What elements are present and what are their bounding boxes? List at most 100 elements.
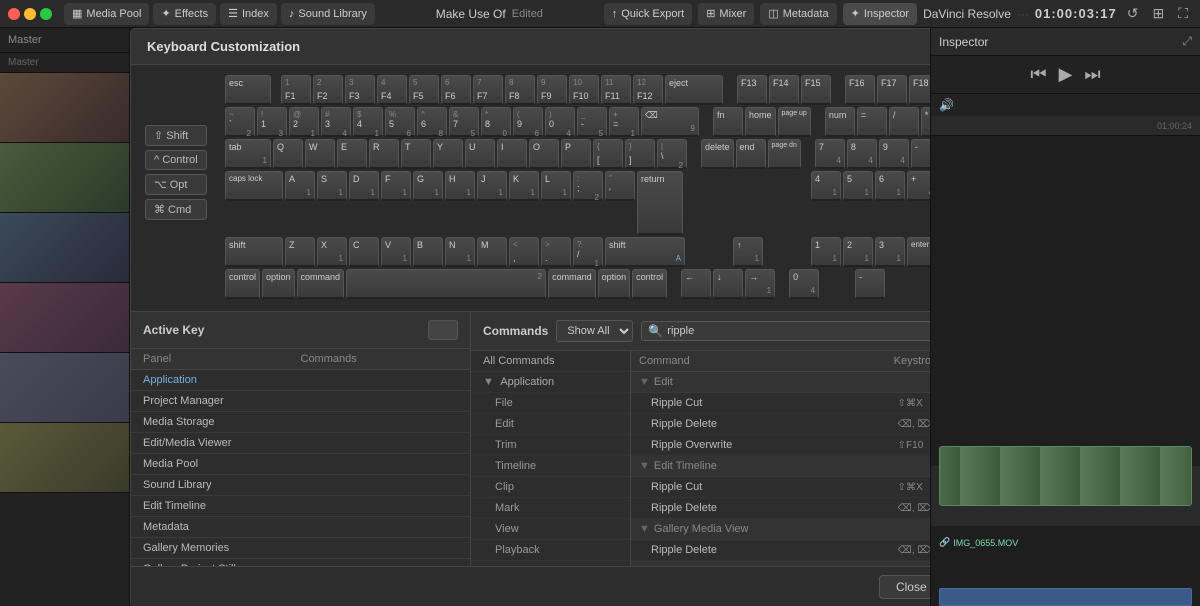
quick-export-button[interactable]: ↑ Quick Export [604,3,692,25]
tab-media-pool[interactable]: ▦ Media Pool [64,3,149,25]
key-caps[interactable]: caps lock [225,171,283,201]
layout-button[interactable]: ⊞ [1148,3,1168,24]
key-f11[interactable]: 11F11 [601,75,631,105]
key-4[interactable]: $41 [353,107,383,137]
panel-row-media-storage[interactable]: Media Storage [131,412,470,433]
key-fn[interactable]: fn [713,107,743,137]
key-up[interactable]: ↑1 [733,237,763,267]
key-enter[interactable]: enter [907,237,930,267]
key-down[interactable]: ↓ [713,269,743,299]
key-eject[interactable]: eject [665,75,723,105]
tree-file[interactable]: File [471,393,630,414]
key-num4[interactable]: 41 [811,171,841,201]
panel-row-gallery-memories[interactable]: Gallery Memories [131,538,470,559]
key-shift-right[interactable]: shiftA [605,237,685,267]
key-f7[interactable]: 7F7 [473,75,503,105]
key-f13[interactable]: F13 [737,75,767,105]
key-f18[interactable]: F18 [909,75,930,105]
thumbnail-4[interactable] [0,283,129,353]
tree-playback[interactable]: Playback [471,540,630,561]
key-r[interactable]: R [369,139,399,169]
panel-row-media-pool[interactable]: Media Pool [131,454,470,475]
key-z[interactable]: Z [285,237,315,267]
key-num-mul[interactable]: * [921,107,930,137]
cmd-group-edit[interactable]: ▼ Edit [631,372,930,393]
key-y[interactable]: Y [433,139,463,169]
key-f15[interactable]: F15 [801,75,831,105]
key-command-left[interactable]: command [297,269,345,299]
key-num-eq[interactable]: = [857,107,887,137]
key-f8[interactable]: 8F8 [505,75,535,105]
key-d[interactable]: D1 [349,171,379,201]
key-left[interactable]: ← [681,269,711,299]
key-num-div[interactable]: / [889,107,919,137]
key-q[interactable]: Q [273,139,303,169]
key-backtick[interactable]: ~`2 [225,107,255,137]
volume-icon[interactable]: 🔊 [939,98,954,112]
key-end[interactable]: end [736,139,766,169]
key-f1[interactable]: 1F1 [281,75,311,105]
key-f14[interactable]: F14 [769,75,799,105]
key-num5[interactable]: 51 [843,171,873,201]
cmd-group-edit-timeline[interactable]: ▼ Edit Timeline [631,456,930,477]
key-num8[interactable]: 84 [847,139,877,169]
key-f10[interactable]: 10F10 [569,75,599,105]
close-button[interactable]: Close [879,575,930,599]
key-control-left[interactable]: control [225,269,260,299]
thumbnail-3[interactable] [0,213,129,283]
metadata-button[interactable]: ◫ Metadata [760,3,836,25]
key-delete[interactable]: delete [701,139,734,169]
thumbnail-1[interactable] [0,73,129,143]
panel-row-edit-media-viewer[interactable]: Edit/Media Viewer [131,433,470,454]
show-all-select[interactable]: Show All [556,320,633,342]
mixer-button[interactable]: ⊞ Mixer [698,3,754,25]
cmd-row-gallery-media-delete[interactable]: Ripple Delete ⌫, ⌦ [631,540,930,561]
key-b[interactable]: B [413,237,443,267]
key-2[interactable]: @21 [289,107,319,137]
key-num3[interactable]: 31 [875,237,905,267]
key-f4[interactable]: 4F4 [377,75,407,105]
key-num1[interactable]: 11 [811,237,841,267]
thumbnail-5[interactable] [0,353,129,423]
key-option-left[interactable]: option [262,269,295,299]
key-semicolon[interactable]: :;2 [573,171,603,201]
key-6[interactable]: ^68 [417,107,447,137]
key-backslash[interactable]: |\2 [657,139,687,169]
cmd-row-edit-ripple-overwrite[interactable]: Ripple Overwrite ⇧F10 [631,435,930,456]
key-w[interactable]: W [305,139,335,169]
key-option-right[interactable]: option [598,269,631,299]
key-control-right[interactable]: control [632,269,667,299]
key-return[interactable]: return [637,171,683,235]
key-h[interactable]: H1 [445,171,475,201]
key-num[interactable]: num [825,107,855,137]
tab-sound-library[interactable]: ♪ Sound Library [281,3,375,25]
close-button[interactable] [8,8,20,20]
key-p[interactable]: P [561,139,591,169]
tree-all-commands[interactable]: All Commands [471,351,630,372]
key-num9[interactable]: 94 [879,139,909,169]
maximize-button[interactable] [40,8,52,20]
skip-back-button[interactable]: ⏮ [1030,64,1046,85]
key-3[interactable]: #34 [321,107,351,137]
undo-button[interactable]: ↺ [1123,3,1143,24]
search-input[interactable] [667,325,930,337]
key-backspace[interactable]: ⌫9 [641,107,699,137]
panel-row-project-manager[interactable]: Project Manager [131,391,470,412]
key-minus[interactable]: _-5 [577,107,607,137]
skip-forward-button[interactable]: ⏭ [1084,64,1100,85]
key-f5[interactable]: 5F5 [409,75,439,105]
key-period[interactable]: >. [541,237,571,267]
cmd-row-timeline-ripple-cut[interactable]: Ripple Cut ⇧⌘X [631,477,930,498]
tab-index[interactable]: ☰ Index [220,3,277,25]
key-f17[interactable]: F17 [877,75,907,105]
panel-row-metadata[interactable]: Metadata [131,517,470,538]
key-f[interactable]: F1 [381,171,411,201]
key-right[interactable]: →1 [745,269,775,299]
fullscreen-button[interactable]: ⛶ [1174,3,1192,24]
thumbnail-6[interactable] [0,423,129,493]
inspector-button[interactable]: ✦ Inspector [843,3,917,25]
cmd-row-edit-ripple-cut[interactable]: Ripple Cut ⇧⌘X [631,393,930,414]
key-n[interactable]: N1 [445,237,475,267]
key-space[interactable]: 2 [346,269,546,299]
tab-effects[interactable]: ✦ Effects [153,3,216,25]
